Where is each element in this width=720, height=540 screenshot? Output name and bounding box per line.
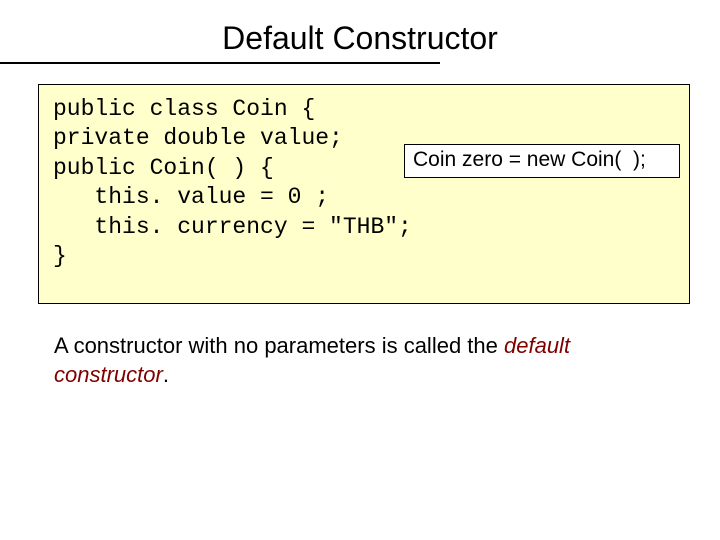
usage-callout: Coin zero = new Coin( ); bbox=[404, 144, 680, 178]
code-line-1: public class Coin { bbox=[53, 96, 315, 122]
code-line-6: } bbox=[53, 243, 67, 269]
title-area: Default Constructor bbox=[0, 0, 720, 72]
slide-title: Default Constructor bbox=[0, 20, 720, 57]
code-block: public class Coin { private double value… bbox=[38, 84, 690, 304]
code-line-4: this. value = 0 ; bbox=[53, 184, 329, 210]
code-line-2: private double value; bbox=[53, 125, 343, 151]
code-line-3: public Coin( ) { bbox=[53, 155, 274, 181]
description-text-1: A constructor with no parameters is call… bbox=[54, 333, 504, 358]
title-underline bbox=[0, 62, 440, 64]
description-text-2: . bbox=[163, 362, 169, 387]
description-paragraph: A constructor with no parameters is call… bbox=[54, 332, 674, 389]
code-line-5: this. currency = "THB"; bbox=[53, 214, 412, 240]
